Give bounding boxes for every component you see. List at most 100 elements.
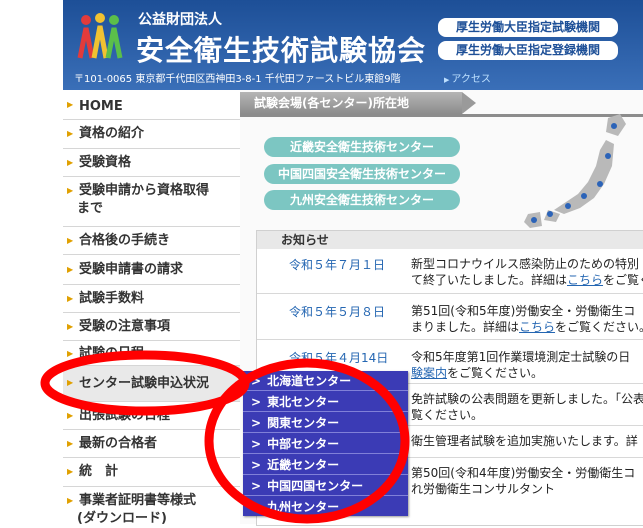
news-text-line1: 新型コロナウイルス感染防止のための特別 bbox=[411, 257, 640, 271]
news-date: 令和５年７月１日 bbox=[289, 258, 386, 272]
sidebar-item-label: HOME bbox=[79, 99, 123, 114]
news-text-line2: まりました。詳細は bbox=[411, 320, 520, 334]
sidebar-item-notes[interactable]: ▶ 受験の注意事項 bbox=[63, 313, 240, 341]
news-date: 令和５年４月14日 bbox=[289, 351, 389, 365]
sidebar-item-home[interactable]: ▶ HOME bbox=[63, 95, 240, 120]
arrow-right-icon: ▶ bbox=[67, 294, 74, 303]
news-text: 令和5年度第1回作業環境測定士試験の日 験案内をご覧ください。 bbox=[411, 349, 643, 381]
arrow-right-icon: ▶ bbox=[67, 411, 74, 420]
sidebar-item-statistics[interactable]: ▶ 統 計 bbox=[63, 458, 240, 487]
arrow-right-icon: ▶ bbox=[67, 496, 74, 505]
japan-map-icon bbox=[524, 114, 626, 228]
news-text-line1: 第51回(令和5年度)労働安全・労働衛生コ bbox=[411, 304, 636, 318]
sidebar-item-application-flow[interactable]: ▶ 受験申請から資格取得 まで bbox=[63, 177, 240, 227]
sidebar-item-eligibility[interactable]: ▶ 受験資格 bbox=[63, 149, 240, 177]
arrow-right-icon: ▶ bbox=[67, 467, 74, 476]
sidebar-item-latest-passers[interactable]: ▶ 最新の合格者 bbox=[63, 430, 240, 458]
dropdown-item-kinki[interactable]: > 近畿センター bbox=[243, 455, 408, 475]
access-link[interactable]: アクセス bbox=[444, 70, 491, 85]
news-text-line2b: をご覧ください。 bbox=[555, 320, 643, 334]
sidebar-item-label: 事業者証明書等様式 bbox=[79, 493, 197, 508]
dropdown-item-label: 中国四国センター bbox=[267, 479, 364, 493]
sidebar-item-label: 統 計 bbox=[79, 464, 119, 479]
designation-badge-registration: 厚生労働大臣指定登録機関 bbox=[438, 41, 618, 60]
sidebar-item-label: 最新の合格者 bbox=[79, 436, 158, 451]
sidebar-item-employer-forms[interactable]: ▶ 事業者証明書等様式 (ダウンロード) bbox=[63, 487, 240, 526]
news-link[interactable]: 験案内 bbox=[411, 366, 447, 380]
news-text: 衛生管理者試験を追加実施いたします。詳 bbox=[411, 433, 643, 449]
news-item: 令和５年５月８日 第51回(令和5年度)労働安全・労働衛生コ まりました。詳細は… bbox=[257, 297, 643, 340]
news-text-line2: 覧ください。 bbox=[411, 408, 484, 422]
sidebar-item-qualifications[interactable]: ▶ 資格の紹介 bbox=[63, 120, 240, 149]
sidebar-item-after-pass[interactable]: ▶ 合格後の手続き bbox=[63, 227, 240, 255]
chevron-right-icon: > bbox=[251, 500, 262, 514]
chevron-right-icon: > bbox=[251, 416, 262, 430]
dropdown-item-kyushu[interactable]: > 九州センター bbox=[243, 497, 408, 517]
chevron-right-icon: > bbox=[251, 437, 262, 451]
dropdown-item-kanto[interactable]: > 関東センター bbox=[243, 413, 408, 433]
news-item: 令和５年７月１日 新型コロナウイルス感染防止のための特別 て終了いたしました。詳… bbox=[257, 253, 643, 294]
news-text-line2b: をご覧くだ bbox=[603, 273, 643, 287]
dropdown-item-hokkaido[interactable]: > 北海道センター bbox=[243, 371, 408, 391]
sidebar-item-request-form[interactable]: ▶ 受験申請書の請求 bbox=[63, 255, 240, 285]
news-title: お知らせ bbox=[257, 231, 643, 249]
news-link[interactable]: こちら bbox=[567, 273, 603, 287]
sidebar-item-label: 受験資格 bbox=[79, 155, 132, 170]
dropdown-item-chubu[interactable]: > 中部センター bbox=[243, 434, 408, 454]
logo-icon[interactable] bbox=[74, 10, 126, 62]
dropdown-item-label: 九州センター bbox=[267, 500, 340, 514]
arrow-right-icon: ▶ bbox=[67, 236, 74, 245]
news-text-line1: 第50回(令和4年度)労働安全・労働衛生コ bbox=[411, 466, 636, 480]
header-left-gap bbox=[0, 0, 63, 90]
arrow-right-icon: ▶ bbox=[67, 349, 74, 358]
chevron-right-icon: > bbox=[251, 395, 262, 409]
address-text: 〒101-0065 東京都千代田区西神田3-8-1 千代田ファーストビル東館9階 bbox=[74, 74, 401, 85]
news-date: 令和５年５月８日 bbox=[289, 305, 386, 319]
arrow-right-icon: ▶ bbox=[67, 129, 74, 138]
dropdown-item-chugoku-shikoku[interactable]: > 中国四国センター bbox=[243, 476, 408, 496]
dropdown-item-label: 近畿センター bbox=[267, 458, 340, 472]
designation-badge-exam: 厚生労働大臣指定試験機関 bbox=[438, 18, 618, 37]
sidebar-item-label: 試験手数料 bbox=[79, 291, 145, 306]
sidebar-item-label-line2: (ダウンロード) bbox=[77, 511, 167, 526]
center-link-chugoku-shikoku[interactable]: 中国四国安全衛生技術センター bbox=[264, 164, 460, 184]
sidebar-item-label: センター試験申込状況 bbox=[79, 376, 210, 391]
org-name[interactable]: 安全衛生技術試験協会 bbox=[136, 29, 426, 69]
news-text: 第51回(令和5年度)労働安全・労働衛生コ まりました。詳細はこちらをご覧くださ… bbox=[411, 303, 643, 335]
sidebar-item-center-status[interactable]: ▶ センター試験申込状況 bbox=[63, 366, 240, 402]
dropdown-item-label: 東北センター bbox=[267, 395, 340, 409]
sidebar-item-schedule[interactable]: ▶ 試験の日程 bbox=[63, 341, 240, 366]
section-title: 試験会場(各センター)所在地 bbox=[240, 92, 476, 114]
arrow-right-icon: ▶ bbox=[67, 186, 74, 195]
org-type: 公益財団法人 bbox=[138, 12, 222, 28]
arrow-right-icon: ▶ bbox=[67, 265, 74, 274]
dropdown-item-tohoku[interactable]: > 東北センター bbox=[243, 392, 408, 412]
news-text-line2b: をご覧ください。 bbox=[447, 366, 544, 380]
arrow-right-icon: ▶ bbox=[67, 378, 74, 387]
news-text-line2: れ労働衛生コンサルタント bbox=[411, 482, 556, 496]
center-dropdown-menu: > 北海道センター > 東北センター > 関東センター > 中部センター > 近畿センター… bbox=[243, 371, 408, 516]
dropdown-item-label: 中部センター bbox=[267, 437, 340, 451]
chevron-right-icon: > bbox=[251, 479, 262, 493]
center-link-kyushu[interactable]: 九州安全衛生技術センター bbox=[264, 190, 460, 210]
news-text-line1: 令和5年度第1回作業環境測定士試験の日 bbox=[411, 350, 631, 364]
sidebar-item-fees[interactable]: ▶ 試験手数料 bbox=[63, 285, 240, 313]
dropdown-item-label: 関東センター bbox=[267, 416, 340, 430]
arrow-right-icon: ▶ bbox=[67, 100, 74, 109]
sidebar-item-label: 受験申請書の請求 bbox=[79, 262, 184, 277]
sidebar-item-label: 出張試験の日程 bbox=[79, 408, 171, 423]
chevron-right-icon: > bbox=[251, 374, 262, 388]
sidebar-item-label: 受験申請から資格取得 bbox=[79, 183, 210, 198]
news-text: 第50回(令和4年度)労働安全・労働衛生コ れ労働衛生コンサルタント bbox=[411, 465, 643, 497]
sidebar-item-remote-exam[interactable]: ▶ 出張試験の日程 bbox=[63, 402, 240, 430]
sidebar-nav: ▶ HOME ▶ 資格の紹介 ▶ 受験資格 ▶ 受験申請から資格取得 まで ▶ … bbox=[63, 90, 241, 526]
arrow-right-icon: ▶ bbox=[67, 439, 74, 448]
dropdown-item-label: 北海道センター bbox=[267, 374, 352, 388]
center-link-kinki[interactable]: 近畿安全衛生技術センター bbox=[264, 137, 460, 157]
news-text-line1: 衛生管理者試験を追加実施いたします。詳 bbox=[411, 434, 638, 448]
news-link[interactable]: こちら bbox=[519, 320, 555, 334]
news-text-line1: 免許試験の公表問題を更新しました。「公表 bbox=[411, 392, 643, 406]
sidebar-item-label: 試験の日程 bbox=[79, 346, 145, 361]
news-text-line2: て終了いたしました。詳細は bbox=[411, 273, 568, 287]
sidebar-item-label: 合格後の手続き bbox=[79, 233, 171, 248]
